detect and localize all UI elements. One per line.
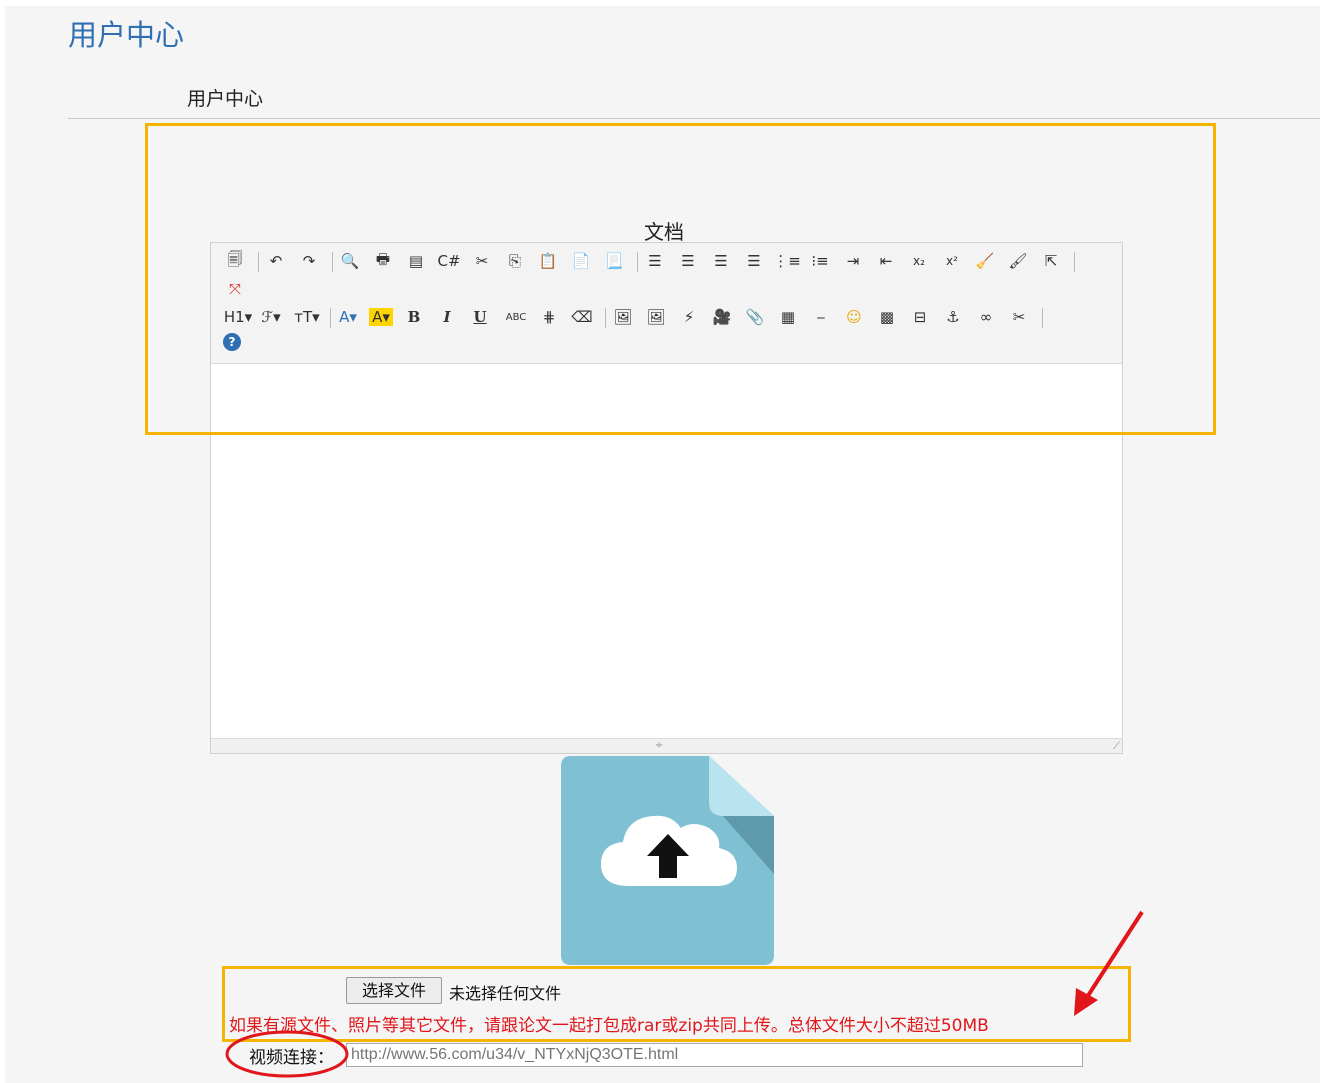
choose-file-button[interactable]: 选择文件 xyxy=(346,977,442,1004)
highlight-box-editor xyxy=(145,123,1216,435)
header-divider xyxy=(68,118,1320,119)
upload-note: 如果有源文件、照片等其它文件，请跟论文一起打包成rar或zip共同上传。总体文件… xyxy=(229,1016,989,1036)
video-link-input[interactable] xyxy=(346,1043,1083,1067)
video-link-label: 视频连接： xyxy=(249,1048,334,1068)
cloud-upload-icon[interactable] xyxy=(561,756,774,965)
resize-grip-icon[interactable]: ⟋ xyxy=(1113,741,1120,753)
section-subtitle: 用户中心 xyxy=(187,88,264,110)
page-title: 用户中心 xyxy=(68,18,185,52)
resize-handle-icon[interactable]: ÷ xyxy=(655,739,663,753)
editor-statusbar: ÷ ⟋ xyxy=(211,738,1122,753)
no-file-status: 未选择任何文件 xyxy=(449,984,562,1003)
